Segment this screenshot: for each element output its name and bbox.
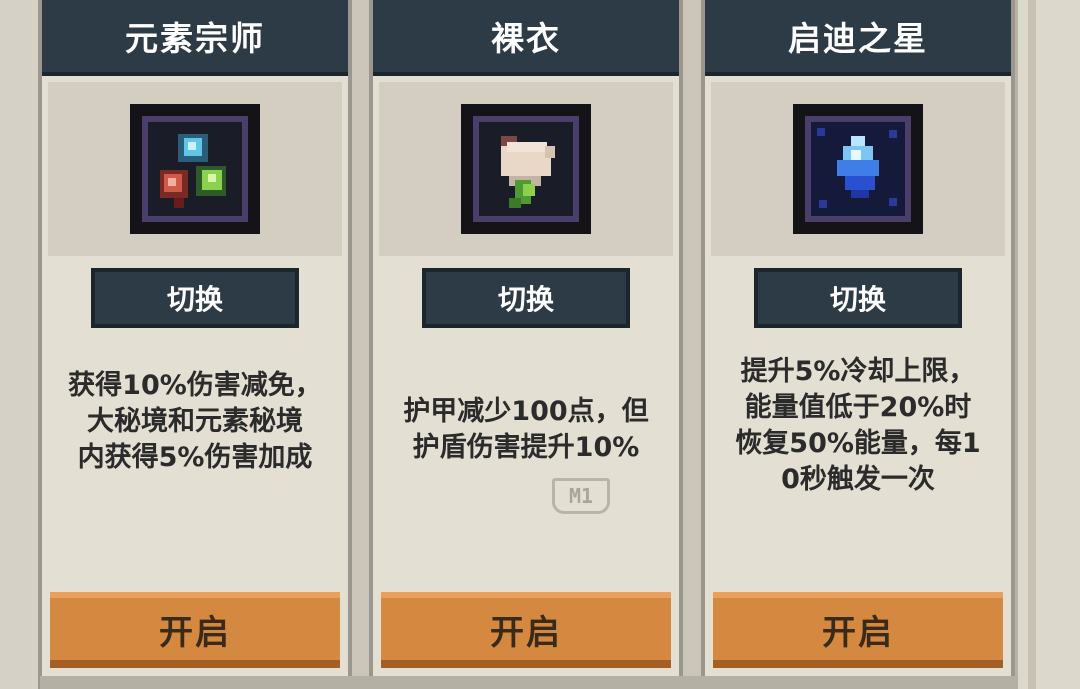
switch-button[interactable]: 切换 [422,268,630,328]
elemental-gems-icon [130,104,260,234]
item-display [379,82,673,256]
card-description: 护甲减少100点，但 护盾伤害提升10% [403,396,649,463]
card-title: 元素宗师 [42,0,348,76]
talent-card-3: 启迪之星 切换 提升5%冷却上限， 能量值低于20%时 恢复50%能量，每1 0… [701,0,1015,689]
card-description: 提升5%冷却上限， 能量值低于20%时 恢复50%能量，每1 0秒触发一次 [735,356,981,495]
background-right [1015,0,1080,689]
item-display [711,82,1005,256]
bare-cloth-icon [461,104,591,234]
open-button[interactable]: 开启 [50,592,340,668]
bottom-divider [40,676,1018,689]
open-button[interactable]: 开启 [713,592,1003,668]
talent-card-1: 元素宗师 切换 获得10%伤害减免， 大秘境和元素秘境 内获得5%伤害加成 开启 [38,0,352,689]
talent-card-2: 裸衣 切换 护甲减少100点，但 护盾伤害提升10% 开启 [369,0,683,689]
background-left [0,0,40,689]
card-title: 启迪之星 [705,0,1011,76]
open-button[interactable]: 开启 [381,592,671,668]
switch-button[interactable]: 切换 [754,268,962,328]
card-description: 获得10%伤害减免， 大秘境和元素秘境 内获得5%伤害加成 [68,370,322,473]
blue-star-crystal-icon [793,104,923,234]
card-title: 裸衣 [373,0,679,76]
switch-button[interactable]: 切换 [91,268,299,328]
m1-badge: M1 [552,478,610,514]
item-display [48,82,342,256]
